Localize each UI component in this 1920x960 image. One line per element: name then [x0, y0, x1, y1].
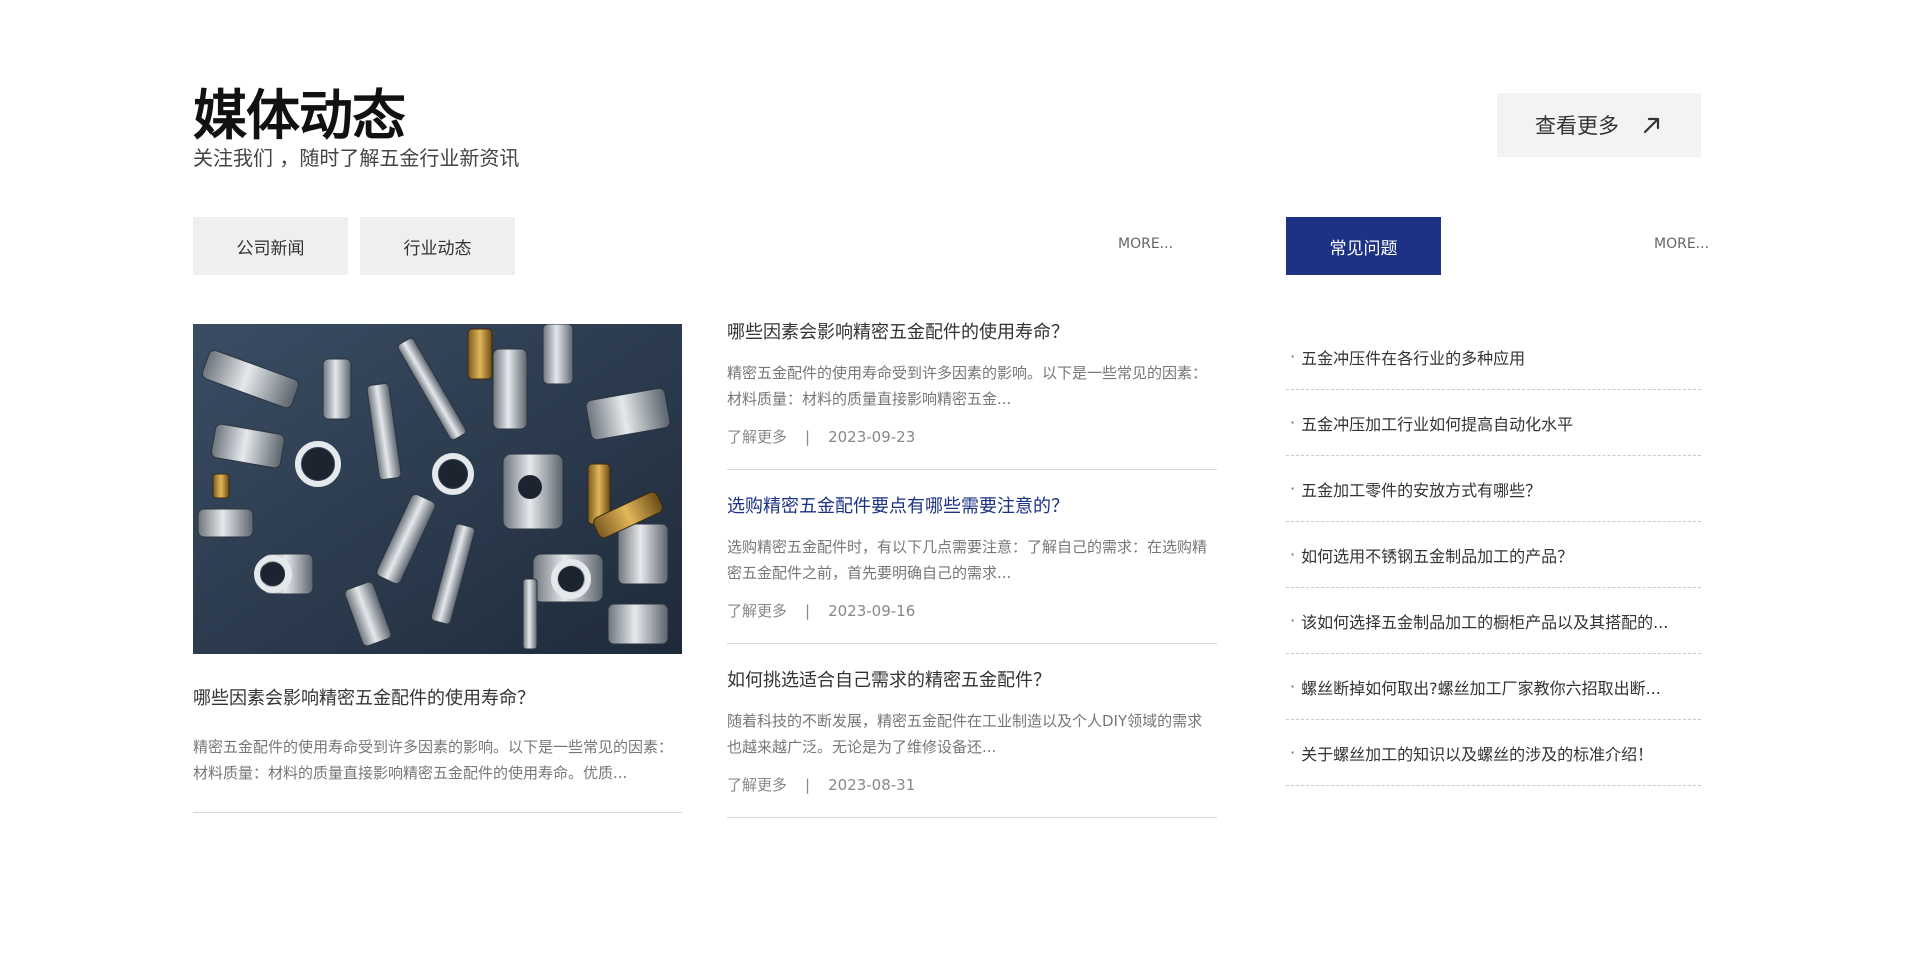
faq-item[interactable]: · 五金冲压加工行业如何提高自动化水平: [1286, 390, 1701, 456]
faq-item[interactable]: · 螺丝断掉如何取出?螺丝加工厂家教你六招取出断...: [1286, 654, 1701, 720]
feature-title[interactable]: 哪些因素会影响精密五金配件的使用寿命？: [193, 686, 535, 712]
article-title[interactable]: 选购精密五金配件要点有哪些需要注意的？: [727, 494, 1217, 520]
feature-desc: 精密五金配件的使用寿命受到许多因素的影响。以下是一些常见的因素：材料质量：材料的…: [193, 738, 674, 782]
faq-item[interactable]: · 如何选用不锈钢五金制品加工的产品？: [1286, 522, 1701, 588]
faq-bullet: ·: [1290, 413, 1296, 432]
learn-more-link[interactable]: 了解更多: [727, 426, 787, 447]
divider: [193, 812, 682, 813]
article-meta: 了解更多 | 2023-09-16: [727, 600, 1217, 621]
tab-faq[interactable]: 常见问题: [1286, 217, 1441, 275]
section-subtitle: 关注我们 ，随时了解五金行业新资讯: [193, 146, 520, 170]
article-item[interactable]: 选购精密五金配件要点有哪些需要注意的？ 选购精密五金配件时，有以下几点需要注意：…: [727, 494, 1217, 644]
article-item[interactable]: 哪些因素会影响精密五金配件的使用寿命？ 精密五金配件的使用寿命受到许多因素的影响…: [727, 320, 1217, 470]
hardware-parts-image: [193, 324, 682, 654]
faq-bullet: ·: [1290, 545, 1296, 564]
faq-label: 五金冲压加工行业如何提高自动化水平: [1301, 414, 1574, 434]
view-more-label: 查看更多: [1535, 114, 1619, 138]
article-item[interactable]: 如何挑选适合自己需求的精密五金配件？ 随着科技的不断发展，精密五金配件在工业制造…: [727, 668, 1217, 818]
faq-label: 五金加工零件的安放方式有哪些？: [1301, 480, 1542, 500]
article-date: 2023-09-16: [828, 601, 916, 620]
meta-separator: |: [805, 427, 811, 446]
faq-bullet: ·: [1290, 743, 1296, 762]
article-meta: 了解更多 | 2023-08-31: [727, 774, 1217, 795]
faq-item[interactable]: · 五金冲压件在各行业的多种应用: [1286, 324, 1701, 390]
faq-bullet: ·: [1290, 479, 1296, 498]
faq-bullet: ·: [1290, 611, 1296, 630]
meta-separator: |: [805, 601, 811, 620]
view-more-button[interactable]: 查看更多: [1497, 93, 1701, 157]
faq-more-link[interactable]: MORE...: [1654, 236, 1709, 252]
article-desc: 精密五金配件的使用寿命受到许多因素的影响。以下是一些常见的因素：材料质量：材料的…: [727, 364, 1208, 408]
article-title[interactable]: 如何挑选适合自己需求的精密五金配件？: [727, 668, 1217, 694]
tab-industry-news[interactable]: 行业动态: [360, 217, 515, 275]
article-title[interactable]: 哪些因素会影响精密五金配件的使用寿命？: [727, 320, 1217, 346]
tab-company-news[interactable]: 公司新闻: [193, 217, 348, 275]
faq-item[interactable]: · 该如何选择五金制品加工的橱柜产品以及其搭配的...: [1286, 588, 1701, 654]
article-meta: 了解更多 | 2023-09-23: [727, 426, 1217, 447]
faq-label: 如何选用不锈钢五金制品加工的产品？: [1301, 546, 1574, 566]
article-desc: 随着科技的不断发展，精密五金配件在工业制造以及个人DIY领域的需求也越来越广泛。…: [727, 712, 1203, 756]
article-date: 2023-09-23: [828, 427, 916, 446]
meta-separator: |: [805, 775, 811, 794]
article-desc: 选购精密五金配件时，有以下几点需要注意：了解自己的需求：在选购精密五金配件之前，…: [727, 538, 1208, 582]
faq-item[interactable]: · 五金加工零件的安放方式有哪些？: [1286, 456, 1701, 522]
faq-label: 该如何选择五金制品加工的橱柜产品以及其搭配的...: [1301, 612, 1669, 632]
arrow-up-right-icon: [1643, 117, 1660, 134]
faq-bullet: ·: [1290, 347, 1296, 366]
learn-more-link[interactable]: 了解更多: [727, 600, 787, 621]
faq-label: 螺丝断掉如何取出?螺丝加工厂家教你六招取出断...: [1301, 678, 1661, 698]
feature-image[interactable]: [193, 324, 682, 654]
faq-label: 关于螺丝加工的知识以及螺丝的涉及的标准介绍！: [1301, 744, 1654, 764]
faq-bullet: ·: [1290, 677, 1296, 696]
section-title: 媒体动态: [193, 84, 406, 147]
faq-item[interactable]: · 关于螺丝加工的知识以及螺丝的涉及的标准介绍！: [1286, 720, 1701, 786]
faq-label: 五金冲压件在各行业的多种应用: [1301, 348, 1526, 368]
learn-more-link[interactable]: 了解更多: [727, 774, 787, 795]
news-more-link[interactable]: MORE...: [1118, 236, 1173, 252]
article-date: 2023-08-31: [828, 775, 916, 794]
